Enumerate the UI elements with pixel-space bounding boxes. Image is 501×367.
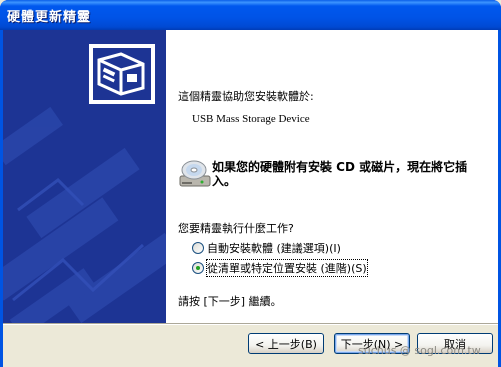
- wizard-window: 硬體更新精靈 這個精靈協助您安裝軟體於: USB Mass Storage De…: [0, 0, 501, 367]
- cd-prompt: 如果您的硬體附有安裝 CD 或磁片，現在將它插入。: [212, 160, 468, 188]
- wizard-side-panel: [3, 30, 166, 323]
- option-auto-install[interactable]: 自動安裝軟體 (建議選項)(I): [192, 241, 341, 255]
- watermark-text: suchus @ sogl.com.tw: [358, 344, 481, 357]
- wizard-client-area: 這個精靈協助您安裝軟體於: USB Mass Storage Device 如果…: [3, 30, 498, 367]
- button-separator: [3, 323, 498, 325]
- option-auto-install-label: 自動安裝軟體 (建議選項)(I): [207, 242, 341, 255]
- hardware-device-icon: [3, 44, 166, 323]
- device-name: USB Mass Storage Device: [192, 113, 310, 125]
- wizard-content: 這個精靈協助您安裝軟體於: USB Mass Storage Device 如果…: [166, 30, 498, 323]
- window-title: 硬體更新精靈: [7, 10, 92, 25]
- option-manual-install[interactable]: 從清單或特定位置安裝 (進階)(S): [192, 259, 368, 277]
- option-manual-install-label: 從清單或特定位置安裝 (進階)(S): [206, 259, 368, 277]
- radio-manual-install[interactable]: [192, 262, 204, 274]
- cd-drive-icon: [179, 160, 211, 187]
- continue-hint: 請按 [下一步] 繼續。: [178, 295, 282, 308]
- intro-text: 這個精靈協助您安裝軟體於:: [178, 90, 314, 103]
- radio-auto-install[interactable]: [192, 242, 204, 254]
- back-button[interactable]: < 上一步(B): [248, 333, 324, 354]
- title-bar[interactable]: 硬體更新精靈: [0, 0, 501, 30]
- question-text: 您要精靈執行什麼工作?: [178, 222, 294, 235]
